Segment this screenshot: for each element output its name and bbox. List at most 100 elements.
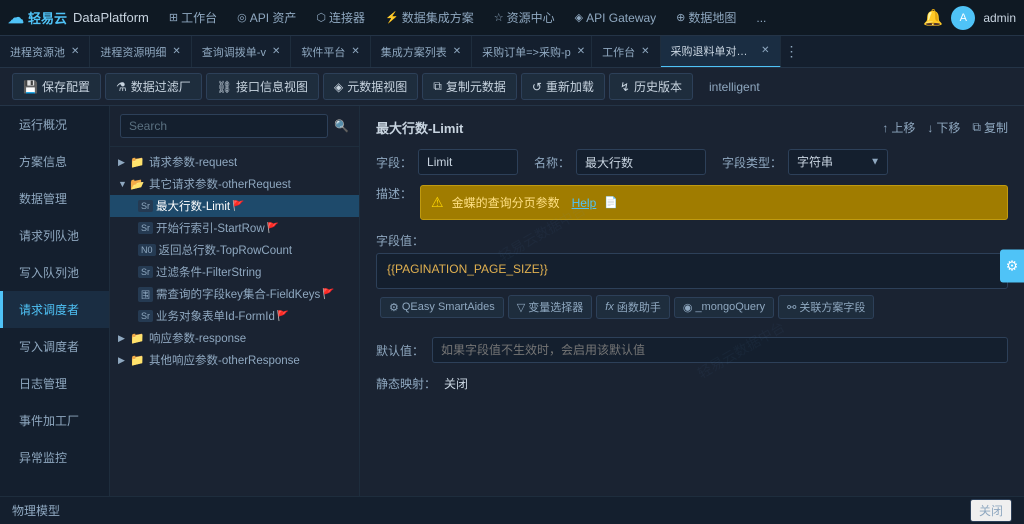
meta-icon: ◈ [334, 80, 343, 94]
sidebar-item-log[interactable]: 日志管理 [0, 365, 109, 402]
tab-purchase-order-close[interactable]: ✕ [577, 46, 585, 57]
tab-process-detail-close[interactable]: ✕ [172, 46, 180, 57]
tab-query-transfer-close[interactable]: ✕ [272, 46, 280, 57]
save-icon: 💾 [23, 80, 38, 94]
data-filter-button[interactable]: ⚗ 数据过滤厂 [105, 73, 202, 100]
sidebar-item-request-queue[interactable]: 请求列队池 [0, 217, 109, 254]
tree-item-response[interactable]: ▶ 📁 响应参数-response [110, 327, 359, 349]
tab-process-detail[interactable]: 进程资源明细 ✕ [90, 36, 191, 68]
history-button[interactable]: ↯ 历史版本 [609, 73, 693, 100]
sidebar-item-write-queue[interactable]: 写入队列池 [0, 254, 109, 291]
sidebar-item-event-factory[interactable]: 事件加工厂 [0, 402, 109, 439]
tab-process-pool[interactable]: 进程资源池 ✕ [0, 36, 90, 68]
tree-panel: 🔍 ▶ 📁 请求参数-request ▼ 📂 其它请求参数-otherReque… [110, 106, 360, 496]
copy-meta-button[interactable]: ⧉ 复制元数据 [422, 73, 517, 100]
nav-resource[interactable]: ☆ 资源中心 [486, 0, 563, 36]
folder-icon: 📁 [130, 155, 146, 169]
tab-software[interactable]: 软件平台 ✕ [291, 36, 370, 68]
sidebar-item-solution-info[interactable]: 方案信息 [0, 143, 109, 180]
name-item: 名称： [534, 149, 706, 175]
value-input[interactable]: {{PAGINATION_PAGE_SIZE}} [376, 253, 1008, 289]
tree-item-toprowcount[interactable]: N0 返回总行数-TopRowCount [110, 239, 359, 261]
tab-process-pool-label: 进程资源池 [10, 44, 65, 60]
field-input[interactable] [418, 149, 518, 175]
reload-button[interactable]: ↺ 重新加载 [521, 73, 605, 100]
settings-button[interactable]: ⚙ [1000, 250, 1024, 283]
tab-purchase-return[interactable]: 采购退料单对接采购退货单 ✕ [661, 36, 781, 68]
tree-item-request[interactable]: ▶ 📁 请求参数-request [110, 151, 359, 173]
sidebar-solution-label: 方案信息 [19, 155, 67, 169]
tree-item-other-request[interactable]: ▼ 📂 其它请求参数-otherRequest [110, 173, 359, 195]
nav-api-gateway[interactable]: ◈ API Gateway [567, 0, 665, 36]
field-label: 字段： [376, 154, 412, 171]
right-panel: 轻易云数据中台 轻易云数据中台 ⚙ 最大行数-Limit ↑ 上移 ↓ 下移 ⧉… [360, 106, 1024, 496]
search-input[interactable] [120, 114, 328, 138]
desc-label: 描述： [376, 185, 412, 202]
sidebar-item-request-scheduler[interactable]: 请求调度者 [0, 291, 109, 328]
tab-integration-list-close[interactable]: ✕ [453, 46, 461, 57]
tab-query-transfer[interactable]: 查询调拨单-v ✕ [192, 36, 292, 68]
avatar: A [951, 6, 975, 30]
save-config-button[interactable]: 💾 保存配置 [12, 73, 101, 100]
tab-integration-list[interactable]: 集成方案列表 ✕ [371, 36, 472, 68]
move-up-action[interactable]: ↑ 上移 [882, 119, 915, 136]
tab-workbench-close[interactable]: ✕ [641, 46, 649, 57]
tree-item-startrow[interactable]: Sr 开始行索引-StartRow 🚩 [110, 217, 359, 239]
meta-view-button[interactable]: ◈ 元数据视图 [323, 73, 418, 100]
interface-view-button[interactable]: ⛓ 接口信息视图 [206, 73, 319, 100]
nav-data-integration[interactable]: ⚡ 数据集成方案 [377, 0, 482, 36]
field-item: 字段： [376, 149, 518, 175]
tab-software-close[interactable]: ✕ [351, 46, 359, 57]
tree-item-other-response[interactable]: ▶ 📁 其他响应参数-otherResponse [110, 349, 359, 371]
mongo-label: _mongoQuery [695, 301, 765, 313]
api-asset-icon: ◎ [237, 11, 247, 24]
nav-connector[interactable]: ⬡ 连接器 [308, 0, 373, 36]
nav-workbench[interactable]: ⊞ 工作台 [161, 0, 225, 36]
static-label: 静态映射： [376, 375, 436, 392]
tab-integration-list-label: 集成方案列表 [381, 44, 447, 60]
default-input[interactable] [432, 337, 1008, 363]
folder-response-icon: 📁 [130, 331, 146, 345]
intelligent-button[interactable]: intelligent [697, 76, 772, 98]
tab-purchase-return-close[interactable]: ✕ [761, 45, 769, 56]
desc-help-link[interactable]: Help [572, 196, 597, 210]
api-gateway-icon: ◈ [575, 11, 583, 24]
move-down-action[interactable]: ↓ 下移 [927, 119, 960, 136]
tree-item-filterstring[interactable]: Sr 过滤条件-FilterString [110, 261, 359, 283]
sidebar-item-overview[interactable]: 运行概况 [0, 106, 109, 143]
type-select[interactable]: 字符串 整数 布尔 [788, 149, 888, 175]
nav-api-asset[interactable]: ◎ API 资产 [229, 0, 304, 36]
sidebar-item-data-mgmt[interactable]: 数据管理 [0, 180, 109, 217]
value-label: 字段值： [376, 232, 424, 249]
tree-item-limit[interactable]: Sr 最大行数-Limit 🚩 [110, 195, 359, 217]
tab-purchase-return-label: 采购退料单对接采购退货单 [671, 43, 756, 59]
filter-icon: ⚗ [116, 80, 127, 94]
tree-item-fieldkeys[interactable]: 围 需查询的字段key集合-FieldKeys 🚩 [110, 283, 359, 305]
nav-more[interactable]: ... [748, 0, 774, 36]
function-helper-btn[interactable]: fx 函数助手 [596, 295, 670, 319]
reload-label: 重新加载 [546, 78, 594, 95]
tabs-more-btn[interactable]: ⋮ [781, 43, 803, 60]
data-integration-icon: ⚡ [385, 11, 399, 24]
copy-action[interactable]: ⧉ 复制 [972, 119, 1008, 136]
tab-purchase-order[interactable]: 采购订单=>采购-p ✕ [472, 36, 592, 68]
reload-icon: ↺ [532, 80, 542, 94]
name-input[interactable] [576, 149, 706, 175]
qeasy-btn[interactable]: ⚙ QEasy SmartAides [380, 297, 504, 318]
nav-data-map[interactable]: ⊕ 数据地图 [668, 0, 744, 36]
bell-icon[interactable]: 🔔 [923, 8, 943, 28]
sidebar-item-exception[interactable]: 异常监控 [0, 439, 109, 476]
related-field-btn[interactable]: ⚯ 关联方案字段 [778, 295, 874, 319]
variable-selector-btn[interactable]: ▽ 变量选择器 [508, 295, 592, 319]
tab-process-pool-close[interactable]: ✕ [71, 46, 79, 57]
save-label: 保存配置 [42, 78, 90, 95]
interface-label: 接口信息视图 [236, 78, 308, 95]
related-label: 关联方案字段 [799, 299, 865, 315]
sidebar-item-write-scheduler[interactable]: 写入调度者 [0, 328, 109, 365]
tab-workbench[interactable]: 工作台 ✕ [592, 36, 660, 68]
search-icon[interactable]: 🔍 [334, 119, 349, 133]
bottom-close-button[interactable]: 关闭 [970, 499, 1012, 522]
panel-header: 最大行数-Limit ↑ 上移 ↓ 下移 ⧉ 复制 [376, 118, 1008, 137]
mongo-query-btn[interactable]: ◉ _mongoQuery [674, 297, 774, 318]
tree-item-formid[interactable]: Sr 业务对象表单Id-FormId 🚩 [110, 305, 359, 327]
